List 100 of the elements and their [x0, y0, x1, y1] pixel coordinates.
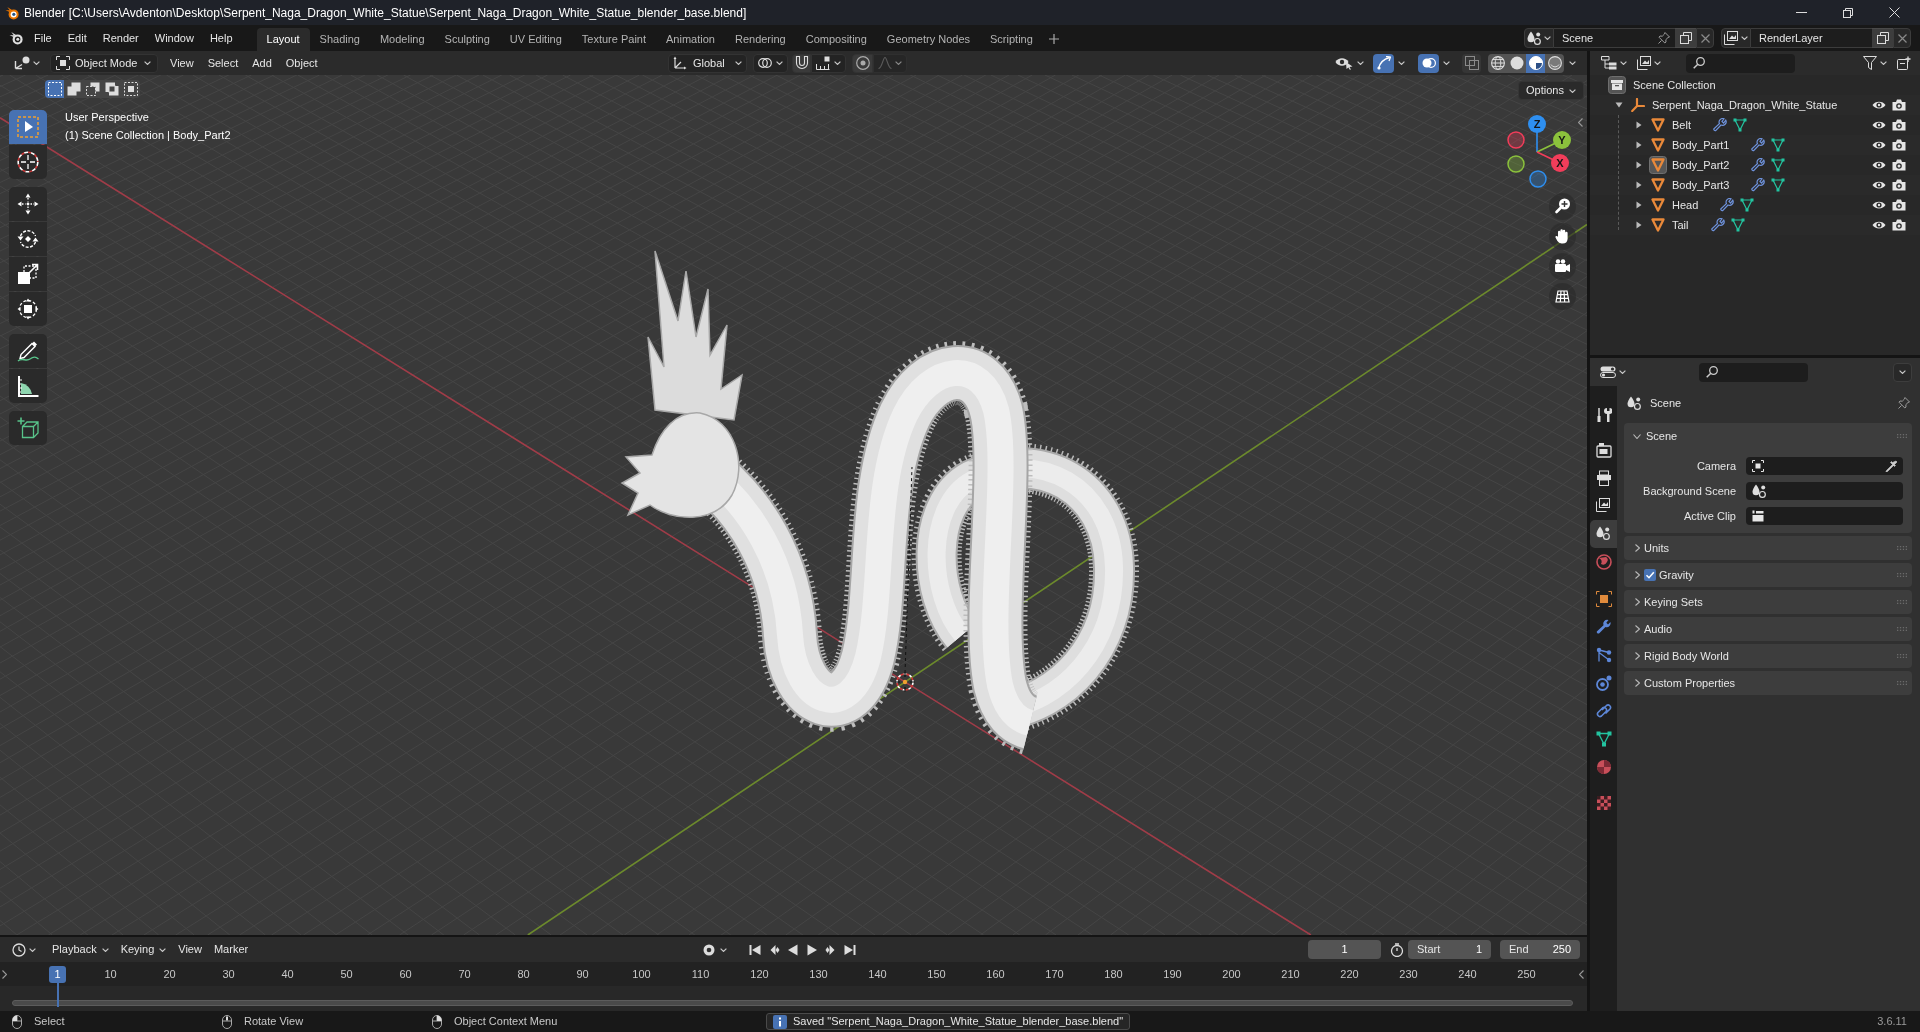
status-report[interactable]: Saved "Serpent_Naga_Dragon_White_Statue_blender_base.blend" — [766, 1013, 1131, 1030]
disclosure-triangle-icon[interactable] — [1636, 121, 1642, 129]
snap-toggle[interactable] — [792, 53, 811, 73]
tool-button[interactable] — [9, 257, 47, 291]
menu-button[interactable]: Select — [200, 53, 246, 73]
pivot-dropdown[interactable] — [753, 53, 788, 73]
menu-button[interactable]: Playback — [46, 940, 115, 959]
selection-mode-button[interactable] — [83, 80, 102, 98]
menu-button[interactable]: Window — [146, 28, 202, 48]
negative-x-axis-handle[interactable] — [1507, 131, 1525, 149]
current-frame-field[interactable]: 1 — [1308, 940, 1381, 959]
menu-button[interactable]: File — [26, 28, 60, 48]
shading-button[interactable] — [1488, 53, 1507, 73]
background-scene-field[interactable] — [1746, 482, 1903, 500]
z-axis-handle[interactable]: Z — [1528, 115, 1546, 153]
menu-button[interactable]: Render — [94, 28, 147, 48]
grid-icon[interactable] — [1549, 283, 1576, 310]
negative-y-axis-handle[interactable] — [1507, 155, 1525, 173]
orientation-dropdown[interactable]: Global — [668, 53, 747, 73]
panel-header[interactable]: Keying Sets — [1624, 590, 1912, 614]
checkbox-icon[interactable] — [1644, 569, 1656, 581]
render-camera-icon[interactable] — [1892, 219, 1906, 231]
tool-button[interactable] — [9, 369, 47, 403]
camera-icon[interactable] — [1549, 253, 1576, 280]
sidebar-toggle-icon[interactable] — [1578, 118, 1583, 127]
drag-handle-icon[interactable] — [1897, 600, 1907, 604]
previous-keyframe-icon[interactable] — [768, 943, 780, 956]
eye-icon[interactable] — [1872, 180, 1886, 190]
mode-dropdown[interactable]: Object Mode — [50, 53, 158, 73]
tool-button[interactable] — [9, 411, 47, 445]
eye-icon[interactable] — [1872, 200, 1886, 210]
selection-mode-button[interactable] — [102, 80, 121, 98]
menu-button[interactable]: View — [172, 940, 208, 959]
x-axis-handle[interactable]: X — [1536, 151, 1569, 172]
menu-button[interactable]: Object — [278, 53, 325, 73]
maximize-icon[interactable] — [1843, 7, 1853, 18]
menu-button[interactable]: View — [163, 53, 201, 73]
wrench-icon[interactable] — [1751, 158, 1766, 172]
active-clip-field[interactable] — [1746, 507, 1903, 525]
eye-icon[interactable] — [1872, 160, 1886, 170]
eyedropper-icon[interactable] — [1885, 460, 1897, 472]
play-reverse-icon[interactable] — [787, 943, 799, 956]
wrench-icon[interactable] — [1712, 118, 1727, 132]
drag-handle-icon[interactable] — [1897, 681, 1907, 685]
eye-icon[interactable] — [1872, 120, 1886, 130]
selection-mode-button[interactable] — [64, 80, 83, 98]
workspace-tab[interactable]: Sculpting — [434, 28, 500, 51]
zoom-icon[interactable] — [1549, 193, 1576, 220]
snap-target-dropdown[interactable] — [811, 53, 846, 73]
workspace-tab[interactable]: Scripting — [980, 28, 1043, 51]
selection-mode-button[interactable] — [121, 80, 140, 98]
wrench-icon[interactable] — [1720, 198, 1735, 212]
blender-logo-icon[interactable] — [9, 31, 23, 45]
caret-icon[interactable] — [1569, 61, 1576, 65]
panel-header[interactable]: Gravity — [1624, 563, 1912, 587]
disclosure-triangle-icon[interactable] — [1615, 102, 1623, 108]
wrench-icon[interactable] — [1710, 218, 1725, 232]
render-camera-icon[interactable] — [1892, 159, 1906, 171]
y-axis-handle[interactable]: Y — [1536, 131, 1571, 153]
workspace-tab[interactable]: Texture Paint — [571, 28, 657, 51]
end-frame-field[interactable]: End 250 — [1500, 940, 1580, 959]
workspace-tab[interactable]: Modeling — [369, 28, 435, 51]
unlink-scene-button[interactable] — [1696, 28, 1714, 48]
menu-button[interactable]: Edit — [59, 28, 95, 48]
drag-handle-icon[interactable] — [1897, 434, 1907, 438]
mesh-data-icon[interactable] — [1771, 178, 1786, 192]
drag-handle-icon[interactable] — [1897, 546, 1907, 550]
new-collection-icon[interactable] — [1897, 56, 1911, 70]
disclosure-triangle-icon[interactable] — [1636, 161, 1642, 169]
xray-toggle[interactable] — [1462, 53, 1481, 73]
collapse-region-icon[interactable] — [1579, 969, 1584, 979]
jump-end-icon[interactable] — [844, 943, 856, 956]
expand-region-icon[interactable] — [2, 969, 7, 979]
menu-button[interactable]: Help — [201, 28, 241, 48]
drag-handle-icon[interactable] — [1897, 654, 1907, 658]
wrench-icon[interactable] — [1751, 178, 1766, 192]
panel-header[interactable]: Units — [1624, 536, 1912, 560]
mesh-data-icon[interactable] — [1732, 118, 1747, 132]
eye-icon[interactable] — [1872, 100, 1886, 110]
negative-z-axis-handle[interactable] — [1529, 170, 1547, 188]
play-icon[interactable] — [806, 943, 818, 956]
disclosure-triangle-icon[interactable] — [1636, 221, 1642, 229]
unlink-view-layer-button[interactable] — [1893, 28, 1911, 48]
caret-icon[interactable] — [1443, 61, 1450, 65]
panel-header[interactable]: Scene — [1624, 423, 1912, 449]
panel-header[interactable]: Audio — [1624, 617, 1912, 641]
proportional-edit-toggle[interactable] — [852, 53, 873, 73]
render-camera-icon[interactable] — [1892, 199, 1906, 211]
next-keyframe-icon[interactable] — [825, 943, 837, 956]
view-layer-browse-button[interactable] — [1721, 28, 1751, 48]
mesh-data-icon[interactable] — [1730, 218, 1745, 232]
workspace-tab[interactable]: UV Editing — [499, 28, 572, 51]
mesh-data-icon[interactable] — [1771, 138, 1786, 152]
menu-button[interactable]: Add — [245, 53, 279, 73]
workspace-tab[interactable]: Geometry Nodes — [876, 28, 980, 51]
selection-mode-button[interactable] — [45, 80, 64, 98]
properties-tab[interactable] — [1590, 520, 1617, 548]
disclosure-triangle-icon[interactable] — [1636, 141, 1642, 149]
eye-icon[interactable] — [1872, 220, 1886, 230]
stopwatch-icon[interactable] — [1390, 942, 1404, 957]
